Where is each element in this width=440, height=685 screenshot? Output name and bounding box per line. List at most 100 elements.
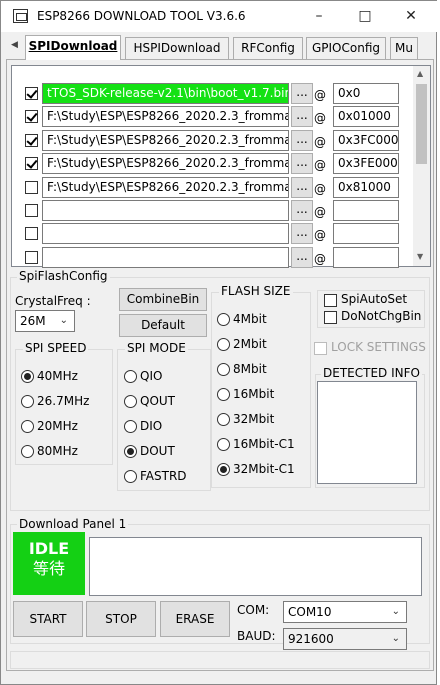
tab-more[interactable]: Mu	[390, 37, 418, 59]
file-path-input[interactable]: F:\Study\ESP\ESP8266_2020.2.3_frommark	[42, 106, 289, 128]
spiflash-config-label: SpiFlashConfig	[17, 269, 110, 283]
radio-20mhz[interactable]	[21, 420, 34, 433]
file-path-input[interactable]	[42, 200, 289, 221]
close-button[interactable]: ✕	[388, 1, 434, 32]
at-sign-label: @	[314, 134, 326, 149]
file-enable-checkbox[interactable]	[25, 133, 38, 147]
radio-4mbit[interactable]	[217, 313, 230, 326]
detected-info-label: DETECTED INFO	[321, 366, 422, 380]
scroll-up-icon[interactable]: ▲	[417, 69, 423, 78]
app-icon	[13, 9, 28, 23]
file-path-input[interactable]: tTOS_SDK-release-v2.1\bin\boot_v1.7.bin	[42, 83, 289, 104]
file-enable-checkbox[interactable]	[25, 204, 38, 217]
tab-spidownload[interactable]: SPIDownload	[25, 35, 121, 60]
spi-auto-set-checkbox[interactable]	[324, 294, 337, 307]
scroll-down-icon[interactable]: ▼	[417, 252, 423, 261]
minimize-button[interactable]: –	[296, 1, 342, 32]
browse-button[interactable]: ...	[291, 83, 313, 104]
log-box[interactable]	[89, 537, 422, 596]
tab-strip: ◀ SPIDownload HSPIDownload RFConfig GPIO…	[1, 35, 438, 60]
address-input[interactable]: 0x81000	[333, 176, 399, 198]
default-button[interactable]: Default	[119, 314, 207, 337]
browse-button[interactable]: ...	[291, 153, 313, 175]
maximize-button[interactable]: □	[342, 1, 388, 32]
address-input[interactable]	[333, 200, 399, 221]
file-path-input[interactable]: F:\Study\ESP\ESP8266_2020.2.3_frommark	[42, 176, 289, 198]
spi-auto-set-label: SpiAutoSet	[341, 292, 408, 306]
radio-40mhz[interactable]	[21, 370, 34, 383]
file-path-input[interactable]	[42, 223, 289, 245]
browse-button[interactable]: ...	[291, 106, 313, 128]
at-sign-label: @	[314, 111, 326, 126]
browse-button[interactable]: ...	[291, 200, 313, 221]
radio-label: DIO	[140, 419, 163, 433]
chevron-down-icon: ⌄	[391, 606, 400, 617]
combine-bin-button[interactable]: CombineBin	[119, 288, 207, 311]
app-window: ESP8266 DOWNLOAD TOOL V3.6.6 – □ ✕ ◀ SPI…	[0, 0, 438, 685]
radio-label: 8Mbit	[233, 362, 267, 376]
browse-button[interactable]: ...	[291, 129, 313, 151]
radio-qout[interactable]	[124, 395, 137, 408]
radio-label: 16Mbit-C1	[233, 437, 295, 451]
address-input[interactable]: 0x0	[333, 83, 399, 104]
com-label: COM:	[237, 603, 270, 617]
radio-16mbit-c1[interactable]	[217, 438, 230, 451]
radio-26-7mhz[interactable]	[21, 395, 34, 408]
stop-button[interactable]: STOP	[86, 601, 156, 637]
flash-size-label: FLASH SIZE	[219, 284, 293, 298]
radio-label: DOUT	[140, 444, 175, 458]
file-enable-checkbox[interactable]	[25, 227, 38, 241]
tab-scroll-left-icon[interactable]: ◀	[11, 40, 18, 50]
file-path-input[interactable]: F:\Study\ESP\ESP8266_2020.2.3_frommark	[42, 153, 289, 175]
file-list-scrollbar[interactable]: ▲ ▼	[413, 66, 430, 266]
scrollbar-thumb[interactable]	[416, 84, 427, 164]
com-select[interactable]: COM10 ⌄	[283, 601, 407, 623]
at-sign-label: @	[314, 181, 326, 196]
radio-8mbit[interactable]	[217, 363, 230, 376]
radio-80mhz[interactable]	[21, 445, 34, 458]
crystal-freq-select[interactable]: 26M ⌄	[15, 310, 75, 332]
at-sign-label: @	[314, 88, 326, 102]
browse-button[interactable]: ...	[291, 176, 313, 198]
file-enable-checkbox[interactable]	[25, 87, 38, 100]
file-enable-checkbox[interactable]	[25, 180, 38, 194]
address-input[interactable]	[333, 246, 399, 268]
do-not-chg-bin-checkbox[interactable]	[324, 311, 337, 324]
address-input[interactable]: 0x01000	[333, 106, 399, 128]
radio-dio[interactable]	[124, 420, 137, 433]
erase-button[interactable]: ERASE	[160, 601, 230, 637]
browse-button[interactable]: ...	[291, 223, 313, 245]
tab-rfconfig[interactable]: RFConfig	[233, 37, 303, 59]
baud-select[interactable]: 921600 ⌄	[283, 628, 407, 650]
tab-hspidownload[interactable]: HSPIDownload	[125, 37, 229, 59]
radio-label: 20MHz	[37, 419, 78, 433]
browse-button[interactable]: ...	[291, 246, 313, 268]
baud-label: BAUD:	[237, 629, 276, 643]
radio-fastrd[interactable]	[124, 470, 137, 483]
radio-qio[interactable]	[124, 370, 137, 383]
file-enable-checkbox[interactable]	[25, 110, 38, 124]
file-enable-checkbox[interactable]	[25, 157, 38, 171]
status-indicator: IDLE 等待	[13, 532, 85, 595]
file-enable-checkbox[interactable]	[25, 250, 38, 264]
download-panel-label: Download Panel 1	[17, 517, 129, 531]
address-input[interactable]: 0x3FC000	[333, 129, 399, 151]
radio-32mbit-c1[interactable]	[217, 463, 230, 476]
radio-dout[interactable]	[124, 445, 137, 458]
spi-speed-label: SPI SPEED	[23, 341, 89, 355]
crystal-freq-value: 26M	[20, 314, 46, 328]
radio-32mbit[interactable]	[217, 413, 230, 426]
detected-info-box[interactable]	[317, 381, 417, 484]
lock-settings-checkbox[interactable]	[314, 342, 327, 355]
tab-gpioconfig[interactable]: GPIOConfig	[306, 37, 386, 59]
file-path-input[interactable]: F:\Study\ESP\ESP8266_2020.2.3_frommark	[42, 129, 289, 151]
address-input[interactable]	[333, 223, 399, 245]
radio-label: 4Mbit	[233, 312, 267, 326]
file-path-input[interactable]	[42, 246, 289, 268]
chevron-down-icon: ⌄	[391, 633, 400, 644]
crystal-freq-label: CrystalFreq :	[15, 294, 91, 308]
start-button[interactable]: START	[13, 601, 83, 637]
radio-2mbit[interactable]	[217, 338, 230, 351]
radio-16mbit[interactable]	[217, 388, 230, 401]
address-input[interactable]: 0x3FE000	[333, 153, 399, 175]
